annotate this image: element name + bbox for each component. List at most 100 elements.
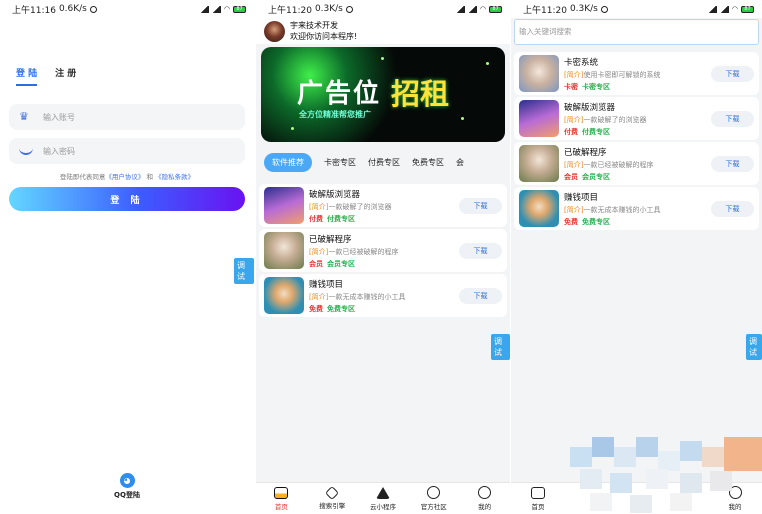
item-title: 卡密系统 — [564, 57, 599, 68]
nav-mini-program[interactable]: 云小程序 — [360, 486, 406, 511]
developer-name: 宇来技术开发 — [290, 21, 338, 30]
list-item[interactable]: 破解版浏览器 [简介]一款破解了的浏览器 付费 付费专区 下载 — [514, 97, 759, 140]
nav-label: 我的 — [478, 503, 492, 511]
item-title: 赚钱项目 — [309, 279, 344, 290]
nav-label: 搜索引擎 — [319, 501, 346, 510]
privacy-link[interactable]: 《隐私条款》 — [155, 173, 194, 181]
item-tag: 会员 — [309, 259, 323, 268]
wifi-icon: ◠ — [731, 5, 738, 13]
account-placeholder: 输入账号 — [43, 112, 75, 122]
app-thumbnail — [519, 145, 559, 182]
item-title: 赚钱项目 — [564, 192, 599, 203]
debug-button[interactable]: 调试 — [746, 334, 762, 360]
item-desc: 一款无成本赚钱的小工具 — [583, 205, 661, 214]
item-tag: 卡密 — [564, 82, 578, 91]
status-time: 上午11:20 — [523, 5, 567, 16]
tab-login[interactable]: 登 陆 — [16, 66, 38, 86]
nav-label: 云小程序 — [369, 502, 396, 511]
item-intro-label: [简介] — [564, 115, 584, 124]
battery-icon: 87 — [741, 5, 754, 13]
download-button[interactable]: 下载 — [459, 287, 502, 304]
paper-plane-icon — [375, 486, 390, 499]
list-item[interactable]: 卡密系统 [简介]使用卡密即可解锁的系统 卡密 卡密专区 下载 — [514, 52, 759, 95]
qq-login-button[interactable]: ◕ QQ登陆 — [0, 473, 254, 500]
status-speed: 0.3K/s — [569, 4, 598, 14]
item-tag: 付费 — [309, 214, 323, 223]
login-button[interactable]: 登 陆 — [9, 187, 245, 211]
home-icon — [531, 486, 545, 499]
list-item[interactable]: 破解版浏览器 [简介]一款破解了的浏览器 付费 付费专区 下载 — [259, 184, 507, 227]
tab-register[interactable]: 注 册 — [55, 66, 76, 86]
signal-icon — [707, 5, 717, 13]
list-item[interactable]: 已破解程序 [简介]一款已经被破解的程序 会员 会员专区 下载 — [259, 229, 507, 272]
sparkle-icon — [461, 117, 464, 120]
avatar[interactable] — [264, 20, 285, 42]
tab-card-key[interactable]: 卡密专区 — [324, 157, 356, 168]
item-tag: 会员 — [564, 172, 578, 181]
download-button[interactable]: 下载 — [711, 65, 754, 82]
download-button[interactable]: 下载 — [711, 155, 754, 172]
item-tag: 付费 — [564, 127, 578, 136]
password-placeholder: 输入密码 — [43, 146, 75, 156]
eye-closed-icon — [19, 147, 33, 155]
list-item[interactable]: 已破解程序 [简介]一款已经被破解的程序 会员 会员专区 下载 — [514, 142, 759, 185]
qq-icon: ◕ — [119, 473, 135, 488]
item-desc: 一款破解了的浏览器 — [583, 115, 647, 124]
debug-button[interactable]: 调试 — [491, 334, 510, 360]
tab-paid[interactable]: 付费专区 — [368, 157, 400, 168]
item-title: 破解版浏览器 — [564, 102, 616, 113]
signal-icon — [199, 5, 209, 13]
tab-free[interactable]: 免费专区 — [412, 157, 444, 168]
ad-banner[interactable]: 广告位 招租 全方位精准帮您推广 — [261, 47, 505, 142]
item-desc: 一款已经被破解的程序 — [583, 160, 654, 169]
download-button[interactable]: 下载 — [459, 197, 502, 214]
agreement-text: 登陆即代表同意《用户协议》 和 《隐私条款》 — [0, 171, 254, 181]
item-desc: 一款破解了的浏览器 — [328, 202, 392, 211]
sparkle-icon — [381, 57, 384, 60]
auth-tabs: 登 陆 注 册 — [16, 66, 76, 86]
item-zone: 免费专区 — [327, 304, 355, 313]
item-title: 破解版浏览器 — [309, 189, 361, 200]
banner-subtitle: 全方位精准帮您推广 — [299, 110, 371, 119]
nav-label: 首页 — [531, 502, 545, 511]
nav-search-engine[interactable]: 搜索引擎 — [309, 485, 355, 510]
nav-home[interactable]: 首页 — [258, 486, 304, 511]
item-zone: 付费专区 — [327, 214, 355, 223]
download-button[interactable]: 下载 — [459, 242, 502, 259]
download-button[interactable]: 下载 — [711, 110, 754, 127]
qq-login-label: QQ登陆 — [114, 491, 140, 499]
app-thumbnail — [519, 190, 559, 227]
category-tabs: 软件推荐 卡密专区 付费专区 免费专区 会 — [264, 153, 464, 172]
home-screen: 上午11:20 0.3K/s ◠ 87 宇来技术开发 欢迎你访问本程序! 广告位… — [256, 0, 510, 514]
user-agreement-link[interactable]: 《用户协议》 — [105, 173, 144, 181]
status-bar: 上午11:20 0.3K/s ◠ 87 — [511, 0, 762, 18]
item-desc: 一款已经被破解的程序 — [328, 247, 399, 256]
download-button[interactable]: 下载 — [711, 200, 754, 217]
tab-member[interactable]: 会 — [456, 157, 464, 168]
item-intro-label: [简介] — [309, 247, 329, 256]
search-input[interactable]: 输入关键词搜索 — [514, 19, 759, 45]
status-bar: 上午11:16 0.6K/s ◠ 87 — [0, 0, 254, 18]
nav-label: 官方社区 — [420, 503, 447, 511]
list-item[interactable]: 赚钱项目 [简介]一款无成本赚钱的小工具 免费 免费专区 下载 — [259, 274, 507, 317]
nav-community[interactable]: 官方社区 — [411, 486, 457, 511]
banner-ad-text: 广告位 — [297, 79, 382, 109]
password-field[interactable]: 输入密码 — [9, 138, 245, 164]
watermark-mosaic — [560, 407, 762, 514]
signal-icon-2 — [719, 5, 729, 13]
login-screen: 上午11:16 0.6K/s ◠ 87 登 陆 注 册 ♛ 输入账号 输入密码 … — [0, 0, 254, 514]
app-thumbnail — [519, 55, 559, 92]
item-desc: 一款无成本赚钱的小工具 — [328, 292, 406, 301]
nav-mine[interactable]: 我的 — [462, 486, 508, 511]
list-item[interactable]: 赚钱项目 [简介]一款无成本赚钱的小工具 免费 免费专区 下载 — [514, 187, 759, 230]
tab-software-recommend[interactable]: 软件推荐 — [264, 153, 312, 172]
account-field[interactable]: ♛ 输入账号 — [9, 104, 245, 130]
nav-home[interactable]: 首页 — [515, 486, 561, 511]
debug-button[interactable]: 调试 — [234, 258, 254, 284]
bottom-nav: 首页 搜索引擎 云小程序 官方社区 我的 — [256, 482, 510, 514]
wifi-icon: ◠ — [223, 5, 230, 13]
item-intro-label: [简介] — [564, 160, 584, 169]
status-bar: 上午11:20 0.3K/s ◠ 87 — [256, 0, 510, 18]
app-thumbnail — [264, 187, 304, 224]
item-intro-label: [简介] — [564, 70, 584, 79]
